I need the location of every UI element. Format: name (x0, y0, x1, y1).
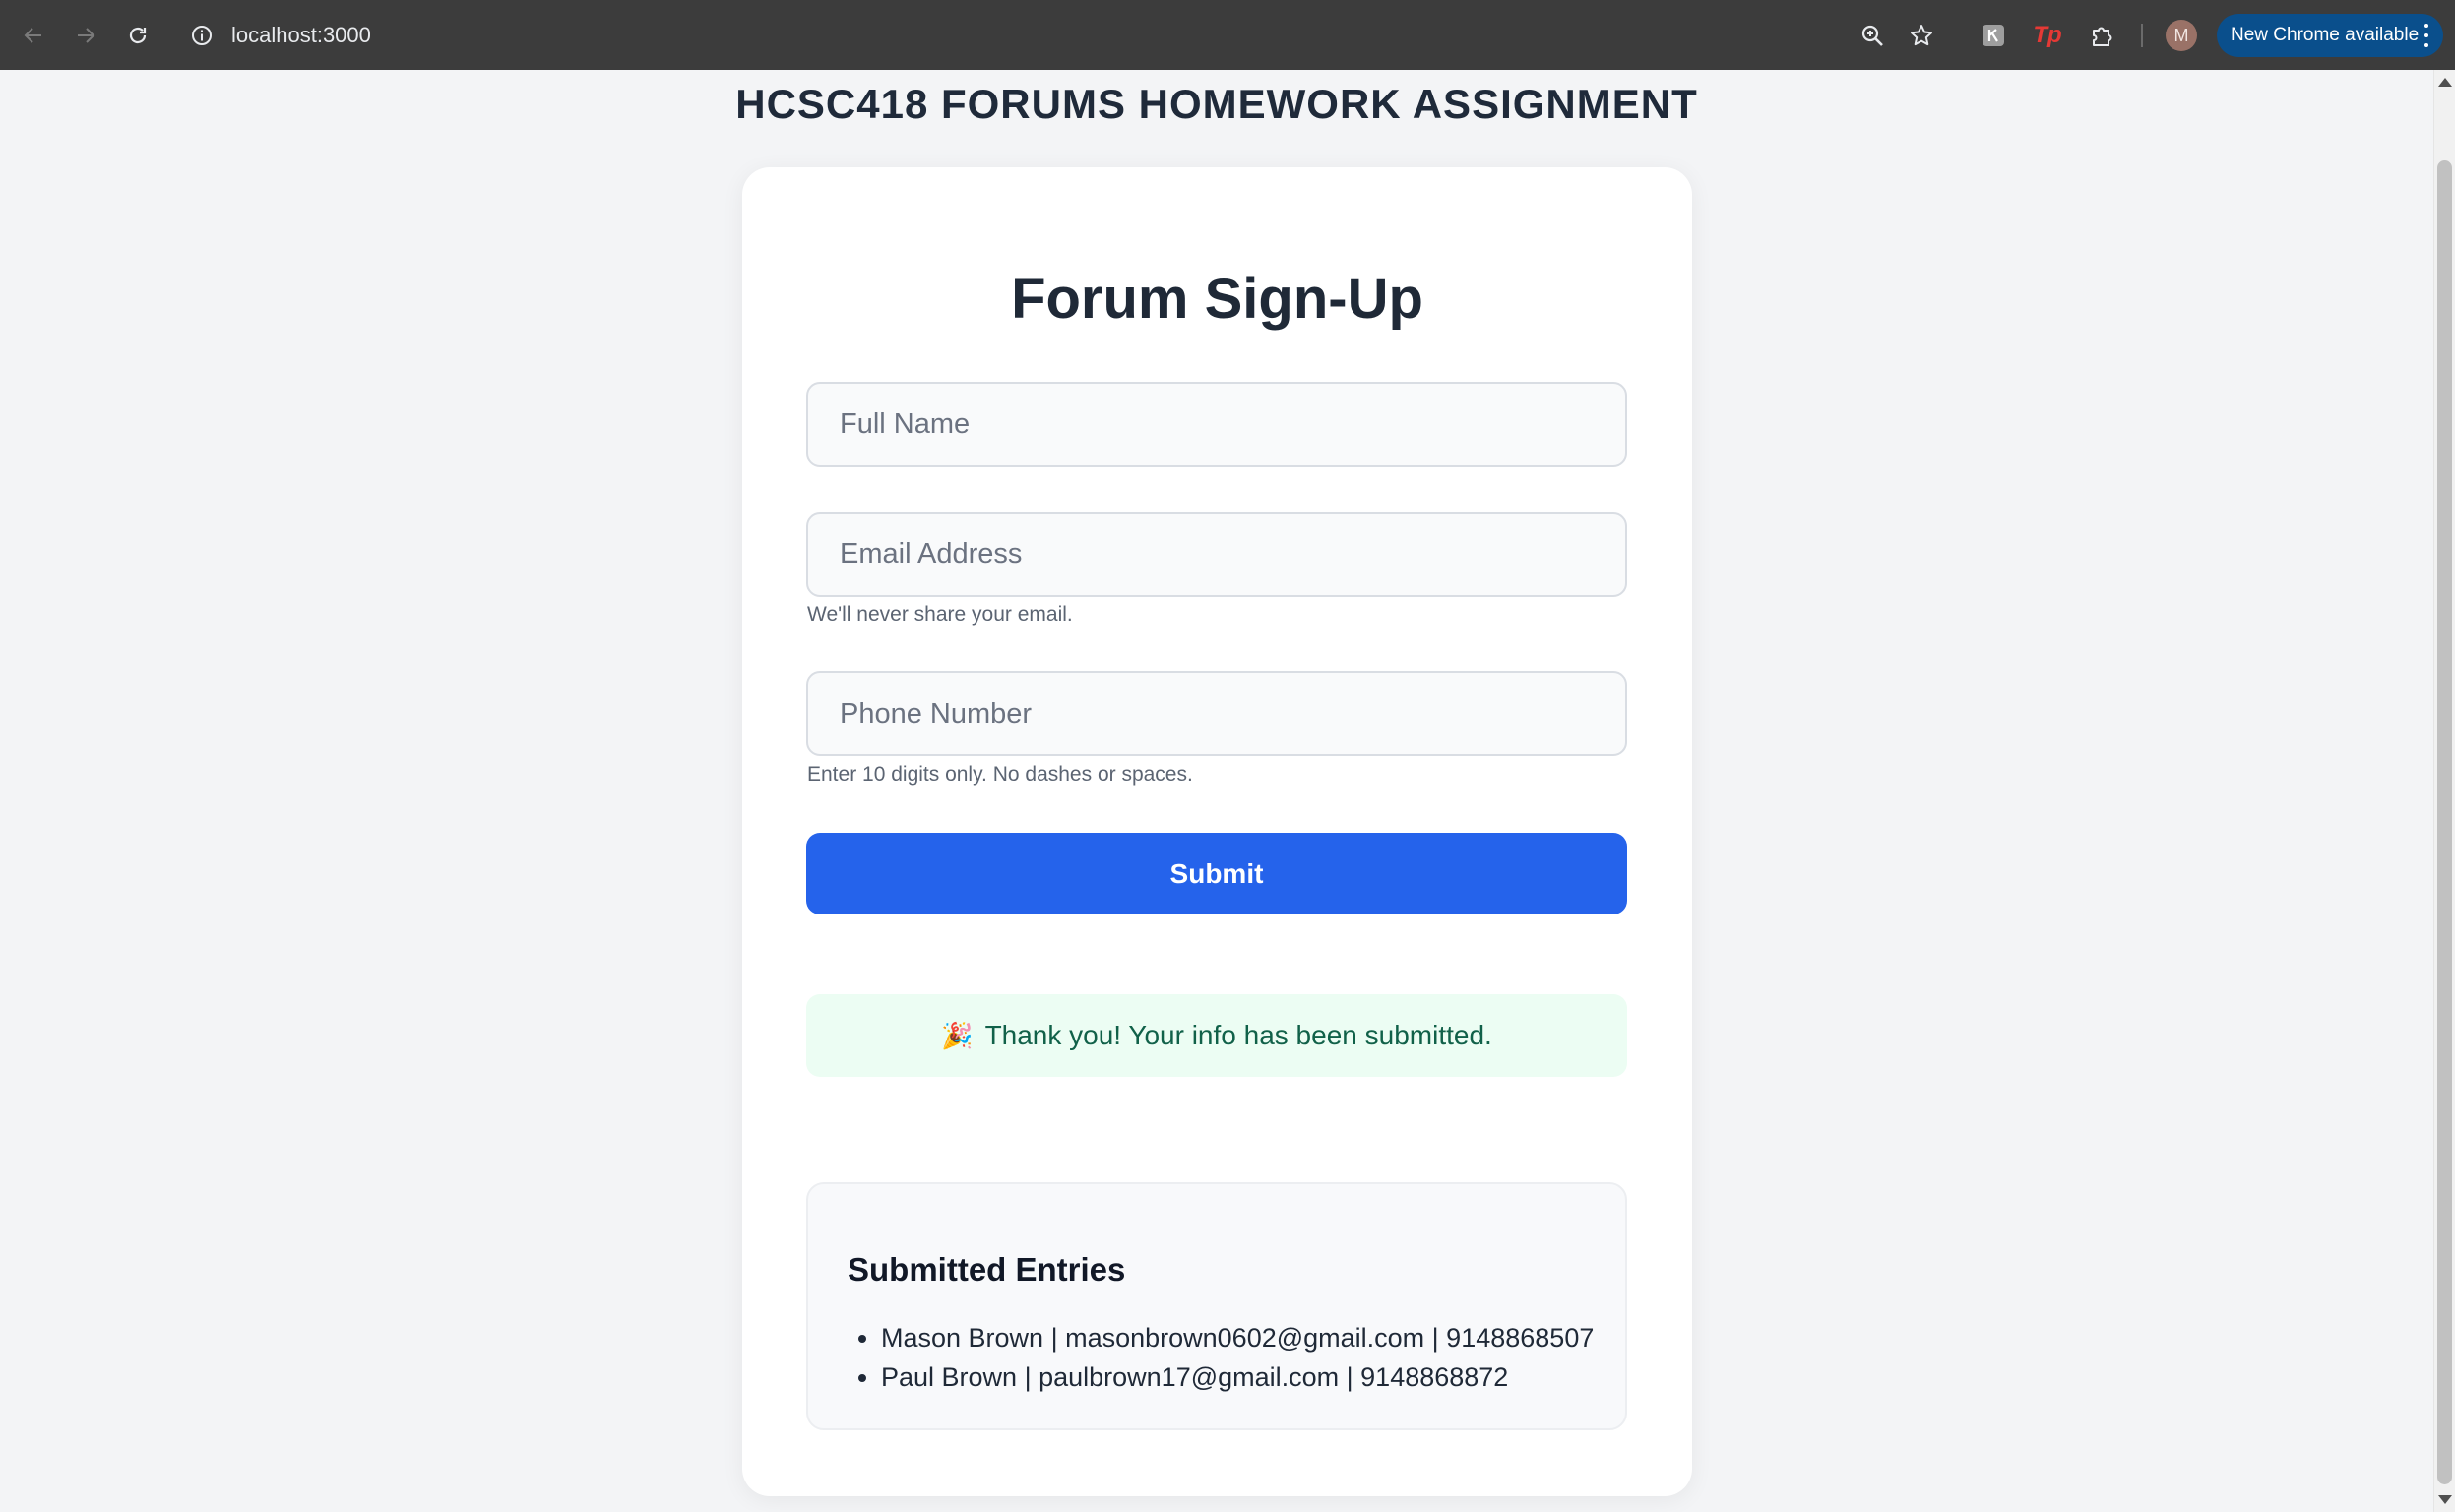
list-item: Paul Brown | paulbrown17@gmail.com | 914… (881, 1357, 1594, 1397)
reload-button[interactable] (116, 14, 159, 57)
toolbar-divider (2141, 24, 2143, 47)
phone-input[interactable] (806, 671, 1627, 756)
puzzle-icon (2093, 27, 2112, 46)
star-icon (1911, 25, 1932, 46)
bookmark-button[interactable] (1900, 14, 1943, 57)
list-item: Mason Brown | masonbrown0602@gmail.com |… (881, 1318, 1594, 1357)
profile-avatar[interactable]: M (2166, 20, 2197, 51)
arrow-right-icon (78, 28, 95, 43)
email-helper-text: We'll never share your email. (807, 603, 1073, 626)
arrow-left-icon (24, 28, 41, 43)
scroll-down-arrow-icon[interactable] (2438, 1495, 2452, 1504)
success-message-text: Thank you! Your info has been submitted. (984, 1020, 1492, 1050)
extensions-button[interactable] (2081, 14, 2124, 57)
entries-list: Mason Brown | masonbrown0602@gmail.com |… (848, 1318, 1594, 1397)
form-title: Forum Sign-Up (1011, 267, 1423, 331)
tp-logo-icon: Tp (2033, 22, 2062, 48)
email-input[interactable] (806, 512, 1627, 597)
submit-button[interactable]: Submit (806, 833, 1627, 914)
party-popper-icon: 🎉 (941, 1020, 974, 1050)
forward-button[interactable] (64, 14, 107, 57)
zoom-button[interactable] (1851, 14, 1894, 57)
page-scrollbar[interactable] (2433, 70, 2455, 1512)
scroll-up-arrow-icon[interactable] (2438, 78, 2452, 87)
submitted-entries-panel: Submitted Entries Mason Brown | masonbro… (806, 1182, 1627, 1430)
browser-toolbar: localhost:3000 Tp M New Chrome available (0, 0, 2455, 70)
scrollbar-thumb[interactable] (2437, 160, 2452, 1484)
reload-icon (129, 27, 147, 44)
phone-helper-text: Enter 10 digits only. No dashes or space… (807, 763, 1193, 786)
zoom-icon (1861, 25, 1883, 46)
info-icon (192, 26, 212, 45)
extension-button-1[interactable] (1972, 14, 2015, 57)
back-button[interactable] (12, 14, 55, 57)
signup-card: Forum Sign-Up We'll never share your ema… (742, 167, 1692, 1496)
extension-tp-button[interactable]: Tp (2026, 14, 2069, 57)
full-name-input[interactable] (806, 382, 1627, 467)
more-vertical-icon (2424, 24, 2429, 47)
success-message: 🎉 Thank you! Your info has been submitte… (806, 994, 1627, 1077)
entries-title: Submitted Entries (848, 1251, 1126, 1288)
new-chrome-available-button[interactable]: New Chrome available (2217, 14, 2443, 57)
site-info-button[interactable] (180, 14, 223, 57)
extension-app-icon (1983, 25, 2004, 46)
page-title: HCSC418 FORUMS HOMEWORK ASSIGNMENT (735, 81, 1698, 127)
new-chrome-label: New Chrome available (2231, 25, 2420, 45)
address-bar[interactable]: localhost:3000 (231, 22, 371, 49)
